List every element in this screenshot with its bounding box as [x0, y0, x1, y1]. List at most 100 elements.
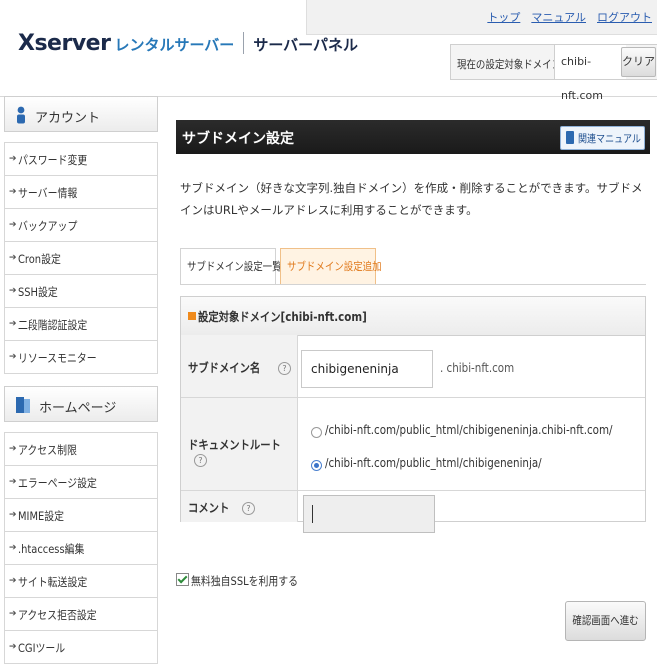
sidebar-item-label: 二段階認証設定 — [18, 318, 88, 332]
tab-label: サブドメイン設定追加 — [287, 260, 382, 273]
sidebar-item-label: パスワード変更 — [18, 153, 88, 167]
arrow-icon: ➔ — [9, 220, 17, 230]
tab-subdomain-add[interactable]: サブドメイン設定追加 — [280, 248, 382, 284]
sidebar-item-access-restriction[interactable]: ➔ アクセス制限 — [4, 433, 158, 466]
form-heading-label: 設定対象ドメイン[chibi-nft.com] — [198, 310, 367, 324]
comment-label: コメント? — [188, 499, 256, 516]
page-title-bar: サブドメイン設定 関連マニュアル — [176, 120, 650, 154]
form-heading: 設定対象ドメイン[chibi-nft.com] — [181, 297, 645, 336]
panel-title: サーバーパネル — [253, 36, 359, 54]
sidebar-item-two-factor[interactable]: ➔ 二段階認証設定 — [4, 308, 158, 341]
sidebar-item-label: Cron設定 — [18, 252, 61, 266]
related-manual-label: 関連マニュアル — [578, 133, 641, 145]
logo-divider — [243, 32, 245, 54]
top-nav-bar: トップ マニュアル ログアウト — [306, 0, 657, 35]
help-icon[interactable]: ? — [278, 362, 292, 375]
sidebar-item-label: .htaccess編集 — [18, 542, 85, 556]
logout-link[interactable]: ログアウト — [597, 11, 652, 24]
docroot-option-2[interactable]: /chibi-nft.com/public_html/chibigeneninj… — [325, 456, 542, 470]
sidebar-item-cgi-tools[interactable]: ➔ CGIツール — [4, 631, 158, 664]
tab-subdomain-list[interactable]: サブドメイン設定一覧 — [180, 248, 282, 284]
sidebar-item-resource-monitor[interactable]: ➔ リソースモニター — [4, 341, 158, 374]
current-domain-bar: 現在の設定対象ドメイン chibi-nft.com クリア — [450, 44, 657, 102]
arrow-icon: ➔ — [9, 154, 17, 164]
document-root-label: ドキュメントルート? — [188, 436, 297, 467]
tab-label: サブドメイン設定一覧 — [187, 260, 282, 273]
sidebar-item-error-page[interactable]: ➔ エラーページ設定 — [4, 466, 158, 499]
current-domain-value: chibi-nft.com — [554, 45, 626, 102]
sidebar-item-ssh[interactable]: ➔ SSH設定 — [4, 275, 158, 308]
sidebar-item-cron[interactable]: ➔ Cron設定 — [4, 242, 158, 275]
sidebar: アカウント ➔ パスワード変更 ➔ サーバー情報 ➔ バックアップ ➔ Cron設定 ➔… — [4, 96, 158, 664]
sidebar-item-mime[interactable]: ➔ MIME設定 — [4, 499, 158, 532]
logo[interactable]: Xserver レンタルサーバー サーバーパネル — [18, 31, 358, 61]
homepage-icon — [16, 397, 30, 413]
arrow-icon: ➔ — [9, 576, 17, 586]
comment-row: コメント? — [181, 491, 645, 533]
sidebar-item-label: CGIツール — [18, 641, 66, 655]
arrow-icon: ➔ — [9, 319, 17, 329]
sidebar-item-label: MIME設定 — [18, 509, 65, 523]
sidebar-item-label: アクセス拒否設定 — [18, 608, 97, 622]
arrow-icon: ➔ — [9, 477, 17, 487]
docroot-radio-2[interactable] — [311, 460, 322, 471]
ssl-label[interactable]: 無料独自SSLを利用する — [191, 573, 298, 589]
sidebar-item-label: アクセス制限 — [18, 443, 77, 457]
subdomain-row: サブドメイン名? chibigeneninja . chibi-nft.com — [181, 335, 645, 398]
document-root-row: ドキュメントルート? /chibi-nft.com/public_html/ch… — [181, 398, 645, 491]
arrow-icon: ➔ — [9, 253, 17, 263]
document-root-header-cell: ドキュメントルート? — [181, 398, 298, 490]
comment-label-text: コメント — [188, 501, 230, 515]
main-content: サブドメイン設定 関連マニュアル サブドメイン（好きな文字列.独自ドメイン）を作… — [176, 96, 657, 657]
sidebar-item-label: リソースモニター — [18, 351, 97, 365]
sidebar-item-password[interactable]: ➔ パスワード変更 — [4, 143, 158, 176]
subdomain-label-text: サブドメイン名 — [188, 361, 261, 375]
sidebar-item-label: サイト転送設定 — [18, 575, 88, 589]
arrow-icon: ➔ — [9, 352, 17, 362]
sidebar-item-site-redirect[interactable]: ➔ サイト転送設定 — [4, 565, 158, 598]
sidebar-item-label: バックアップ — [18, 219, 78, 233]
clear-button[interactable]: クリア — [621, 47, 656, 77]
help-icon[interactable]: ? — [242, 502, 256, 515]
homepage-menu: ➔ アクセス制限 ➔ エラーページ設定 ➔ MIME設定 ➔ .htaccess編集 ➔… — [4, 432, 158, 664]
page-title: サブドメイン設定 — [182, 131, 294, 147]
related-manual-button[interactable]: 関連マニュアル — [560, 126, 645, 150]
docroot-radio-1[interactable] — [311, 427, 322, 438]
sidebar-item-label: エラーページ設定 — [18, 476, 97, 490]
sidebar-item-label: SSH設定 — [18, 285, 58, 299]
manual-link[interactable]: マニュアル — [531, 11, 586, 24]
arrow-icon: ➔ — [9, 543, 17, 553]
top-link[interactable]: トップ — [487, 11, 520, 24]
arrow-icon: ➔ — [9, 187, 17, 197]
page-description: サブドメイン（好きな文字列.独自ドメイン）を作成・削除することができます。サブド… — [180, 181, 643, 217]
confirm-button[interactable]: 確認画面へ進む — [565, 601, 646, 641]
sidebar-item-access-deny[interactable]: ➔ アクセス拒否設定 — [4, 598, 158, 631]
sidebar-item-htaccess[interactable]: ➔ .htaccess編集 — [4, 532, 158, 565]
book-icon — [566, 131, 574, 144]
arrow-icon: ➔ — [9, 609, 17, 619]
account-menu: ➔ パスワード変更 ➔ サーバー情報 ➔ バックアップ ➔ Cron設定 ➔ SSH設定 … — [4, 142, 158, 374]
arrow-icon: ➔ — [9, 642, 17, 652]
arrow-icon: ➔ — [9, 444, 17, 454]
top-nav: トップ マニュアル ログアウト — [476, 9, 652, 25]
help-icon[interactable]: ? — [194, 454, 207, 467]
subdomain-input[interactable]: chibigeneninja — [301, 350, 433, 388]
sidebar-item-backup[interactable]: ➔ バックアップ — [4, 209, 158, 242]
sidebar-item-server-info[interactable]: ➔ サーバー情報 — [4, 176, 158, 209]
person-icon — [17, 106, 25, 124]
brand-sub-text: レンタルサーバー — [114, 36, 235, 54]
ssl-checkbox[interactable] — [176, 573, 189, 586]
sidebar-section-title: アカウント — [35, 111, 101, 126]
subdomain-header-cell: サブドメイン名? — [181, 335, 298, 397]
sidebar-item-label: サーバー情報 — [18, 186, 78, 200]
sidebar-section-account[interactable]: アカウント — [4, 96, 158, 132]
arrow-icon: ➔ — [9, 510, 17, 520]
docroot-option-1[interactable]: /chibi-nft.com/public_html/chibigeneninj… — [325, 423, 613, 437]
sidebar-section-title: ホームページ — [39, 401, 117, 416]
sidebar-section-homepage[interactable]: ホームページ — [4, 386, 158, 422]
subdomain-label: サブドメイン名? — [188, 359, 292, 376]
comment-input[interactable] — [303, 495, 435, 533]
subdomain-suffix: . chibi-nft.com — [440, 361, 515, 375]
text-caret — [312, 505, 313, 523]
confirm-button-label: 確認画面へ進む — [572, 614, 639, 627]
